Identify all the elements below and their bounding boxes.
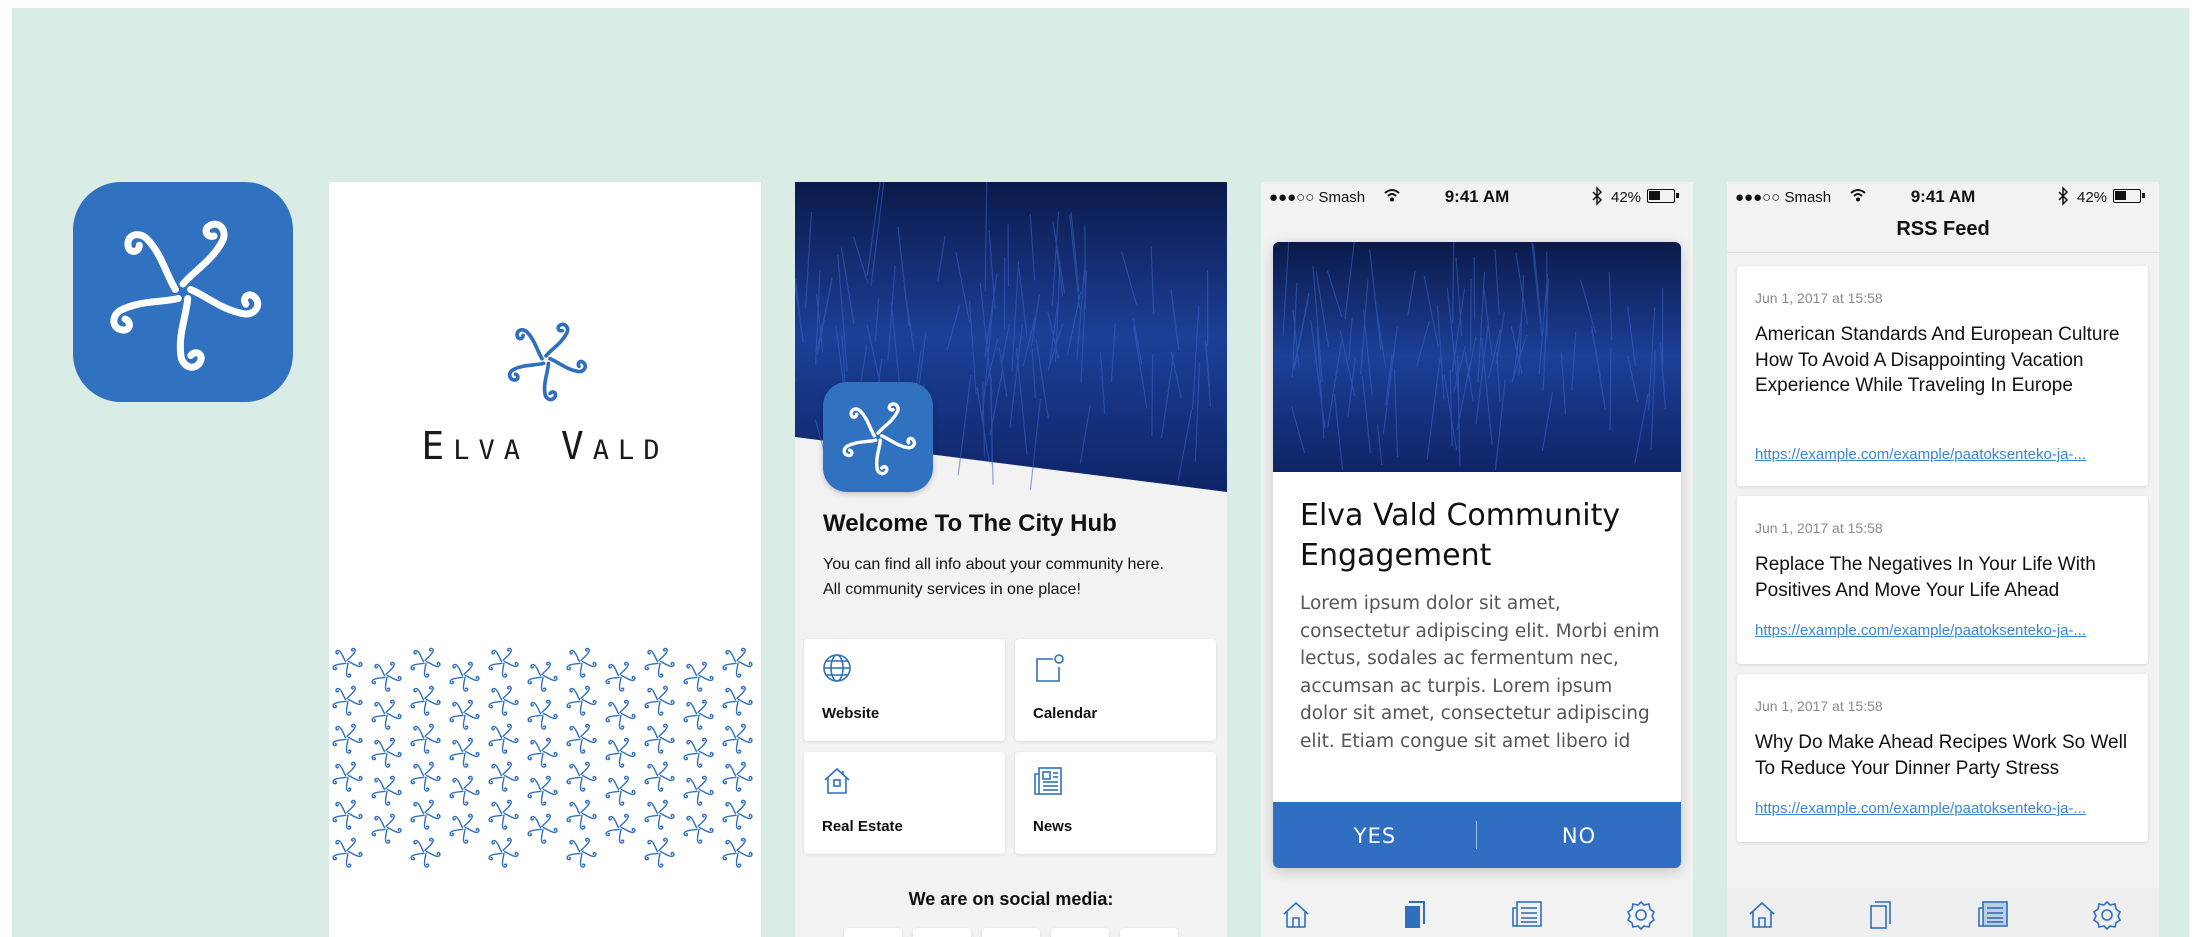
card-body: Lorem ipsum dolor sit amet, consectetur … — [1300, 593, 1660, 752]
card-actions: YES NO — [1273, 802, 1681, 868]
home-screen: Welcome To The City Hub You can find all… — [795, 182, 1227, 937]
battery-icon — [1647, 189, 1679, 203]
pages-icon[interactable] — [1864, 900, 1894, 930]
social-button[interactable] — [1051, 928, 1109, 937]
tile-website[interactable]: Website — [804, 639, 1005, 741]
engagement-card: Elva Vald Community Engagement Lorem ips… — [1273, 242, 1681, 868]
status-bar: ●●●○○ Smash 9:41 AM 42% — [1261, 182, 1693, 212]
home-icon[interactable] — [1747, 900, 1777, 930]
app-icon — [73, 182, 293, 402]
bluetooth-icon — [2058, 186, 2069, 206]
rss-item-headline: Replace The Negatives In Your Life With … — [1755, 554, 2096, 601]
globe-icon — [823, 654, 851, 682]
status-bar: ●●●○○ Smash 9:41 AM 42% — [1727, 182, 2159, 212]
bluetooth-icon — [1592, 186, 1603, 206]
social-button[interactable] — [1120, 928, 1178, 937]
rss-item-link[interactable]: https://example.com/example/paatoksentek… — [1755, 446, 2086, 463]
rss-item-date: Jun 1, 2017 at 15:58 — [1755, 290, 1883, 306]
rss-item-headline: American Standards And European Culture … — [1755, 324, 2120, 396]
brand-name: Elva vald — [421, 424, 669, 468]
triskele-star-logo-icon — [103, 212, 263, 372]
rss-item-date: Jun 1, 2017 at 15:58 — [1755, 520, 1883, 536]
card-title: Elva Vald Community Engagement — [1300, 498, 1621, 573]
splash-screen: Elva vald — [329, 182, 761, 937]
rss-item-link[interactable]: https://example.com/example/paatoksentek… — [1755, 622, 2086, 639]
card-image — [1273, 242, 1681, 472]
battery-percent: 42% — [2077, 189, 2108, 206]
social-button[interactable] — [982, 928, 1040, 937]
home-title: Welcome To The City Hub — [823, 510, 1117, 537]
triskele-star-logo-icon — [504, 318, 588, 402]
tile-label: News — [1033, 818, 1073, 835]
tab-bar — [1727, 888, 2159, 937]
social-heading: We are on social media: — [908, 889, 1114, 909]
tile-label: Calendar — [1033, 705, 1098, 722]
tile-real-estate[interactable]: Real Estate — [804, 752, 1005, 854]
settings-icon[interactable] — [2092, 900, 2122, 930]
no-button[interactable]: NO — [1477, 824, 1681, 848]
rss-item[interactable]: Jun 1, 2017 at 15:58 American Standards … — [1737, 266, 2148, 486]
home-icon[interactable] — [1281, 900, 1311, 930]
rss-item-date: Jun 1, 2017 at 15:58 — [1755, 698, 1883, 714]
app-showcase-canvas: Elva vald Welcome To The City Hub You ca… — [12, 8, 2189, 937]
rss-screen: ●●●○○ Smash 9:41 AM 42% RSS Feed Jun 1, … — [1727, 182, 2159, 937]
settings-icon[interactable] — [1626, 900, 1656, 930]
tab-bar — [1261, 888, 1693, 937]
newspaper-icon — [1034, 767, 1062, 795]
pages-icon[interactable] — [1398, 900, 1428, 930]
news-icon[interactable] — [1977, 900, 2011, 930]
rss-item[interactable]: Jun 1, 2017 at 15:58 Replace The Negativ… — [1737, 496, 2148, 664]
social-button[interactable] — [913, 928, 971, 937]
home-subtitle: You can find all info about your communi… — [823, 556, 1164, 598]
rss-item-link[interactable]: https://example.com/example/paatoksentek… — [1755, 800, 2086, 817]
logo-pattern-decoration — [329, 644, 761, 872]
calendar-icon — [1036, 654, 1064, 682]
triskele-star-logo-icon — [839, 398, 917, 476]
hero-logo — [823, 382, 933, 492]
social-button[interactable] — [844, 928, 902, 937]
nav-divider — [1727, 252, 2159, 253]
house-icon — [824, 767, 850, 794]
news-icon[interactable] — [1511, 900, 1545, 930]
tile-label: Website — [822, 705, 880, 722]
tile-news[interactable]: News — [1015, 752, 1216, 854]
battery-icon — [2113, 189, 2145, 203]
engagement-screen: ●●●○○ Smash 9:41 AM 42% Elva Vald Commun… — [1261, 182, 1693, 937]
page-title: RSS Feed — [1896, 218, 1990, 240]
yes-button[interactable]: YES — [1273, 824, 1477, 848]
rss-item[interactable]: Jun 1, 2017 at 15:58 Why Do Make Ahead R… — [1737, 674, 2148, 842]
tile-label: Real Estate — [822, 818, 903, 835]
battery-percent: 42% — [1611, 189, 1642, 206]
tile-calendar[interactable]: Calendar — [1015, 639, 1216, 741]
rss-item-headline: Why Do Make Ahead Recipes Work So Well T… — [1755, 732, 2128, 779]
